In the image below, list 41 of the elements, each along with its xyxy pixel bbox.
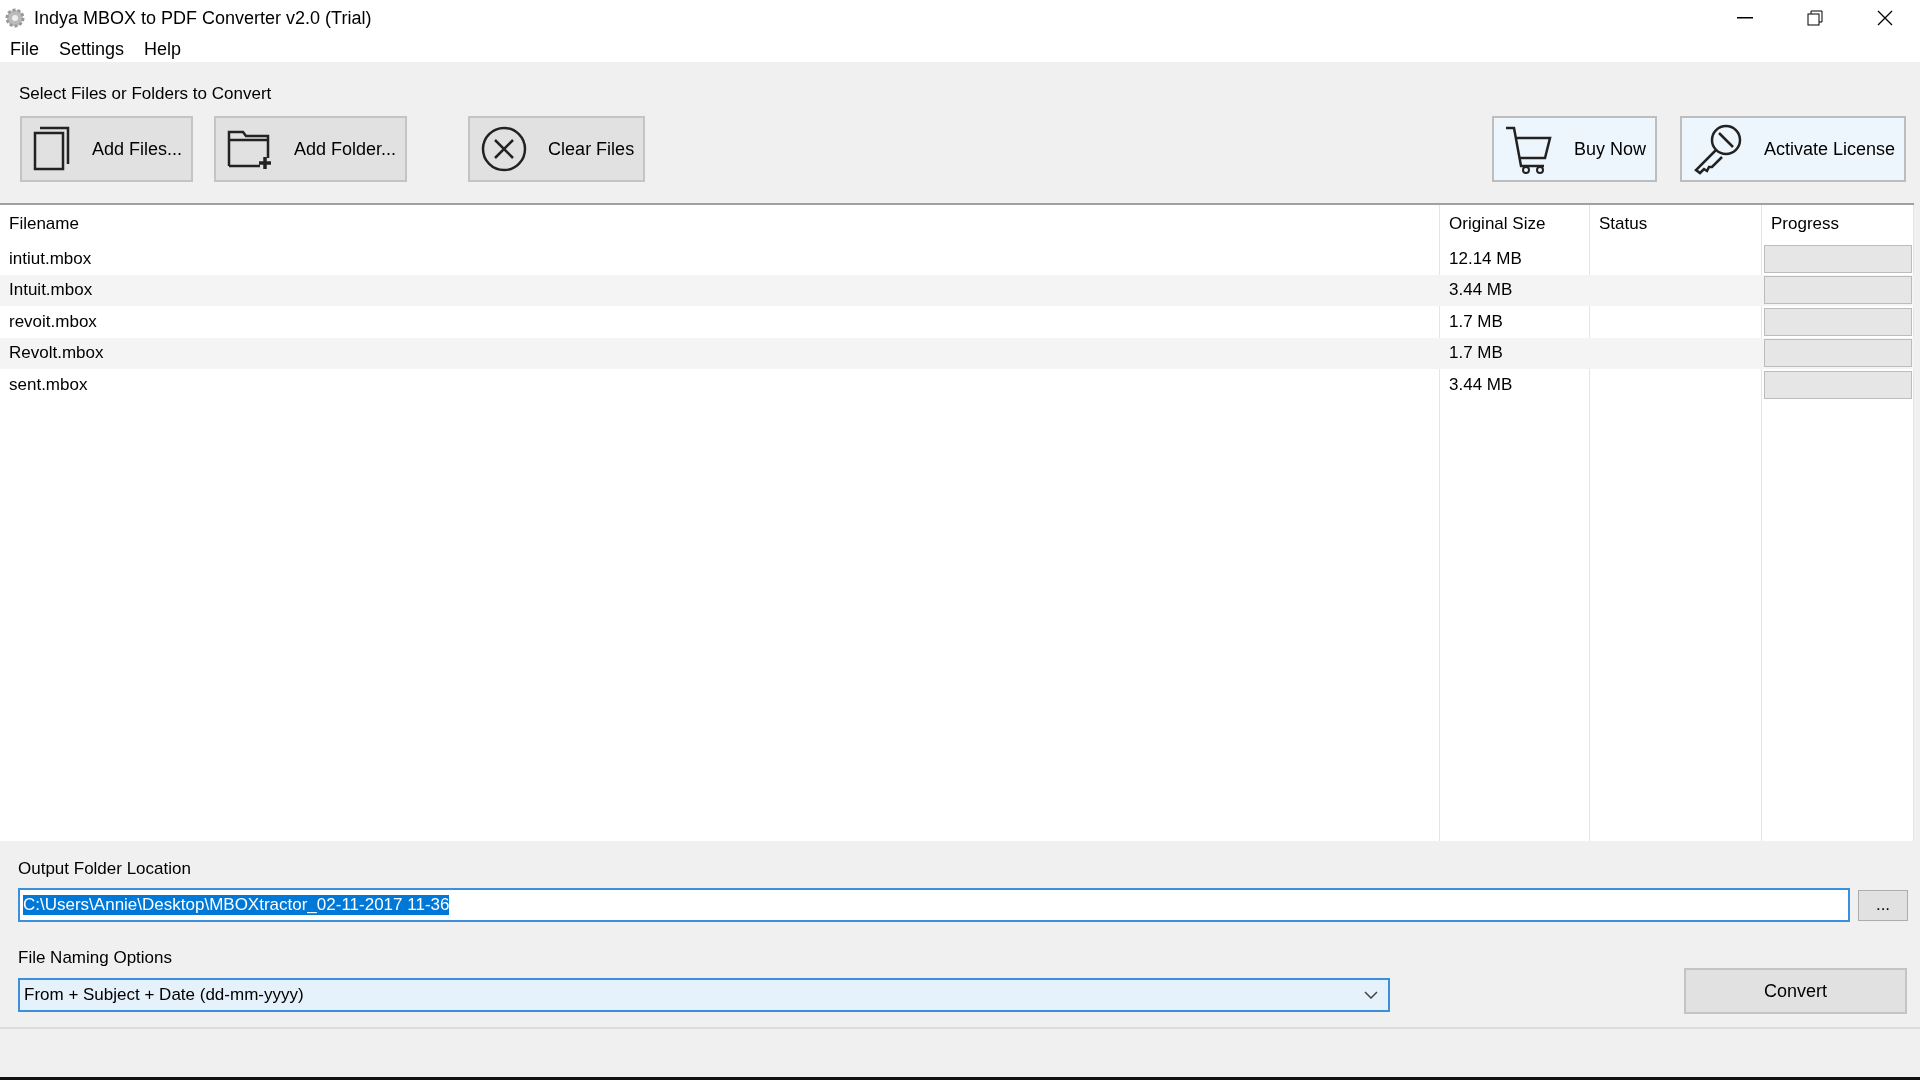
window-title: Indya MBOX to PDF Converter v2.0 (Trial)	[34, 7, 373, 29]
field-label: Output Folder Location	[18, 859, 192, 879]
toolbar-button[interactable]: Clear Files	[468, 116, 646, 182]
column-header[interactable]: Progress	[1762, 205, 1914, 243]
table-cell: revoit.mbox	[9, 311, 97, 332]
table-cell: 1.7 MB	[1449, 311, 1503, 332]
gear-icon	[4, 7, 26, 29]
convert-button[interactable]: Convert	[1684, 968, 1907, 1014]
table-row[interactable]: Revolt.mbox 1.7 MB	[0, 337, 1914, 369]
table-cell: 3.44 MB	[1449, 280, 1513, 301]
table-cell: intiut.mbox	[9, 248, 92, 269]
toolbar-button[interactable]: Buy Now	[1491, 116, 1657, 182]
table-row[interactable]: Intuit.mbox 3.44 MB	[0, 274, 1914, 306]
toolbar-button[interactable]: Add Folder...	[214, 116, 408, 182]
field-label: File Naming Options	[18, 948, 173, 968]
minimize-icon	[1737, 17, 1753, 19]
menu-item[interactable]: Settings	[59, 38, 125, 60]
table-cell: 3.44 MB	[1449, 374, 1513, 395]
table-cell: Revolt.mbox	[9, 343, 104, 364]
browse-button[interactable]: ...	[1858, 889, 1908, 921]
menu-item[interactable]: File	[10, 38, 39, 60]
field-value: C:\Users\Annie\Desktop\MBOXtractor_02-11-2017 11-36	[23, 895, 450, 915]
table-cell: 1.7 MB	[1449, 343, 1503, 364]
table-cell: sent.mbox	[9, 374, 88, 395]
toolbar-button[interactable]: Activate License	[1679, 116, 1906, 182]
naming-dropdown[interactable]: From + Subject + Date (dd-mm-yyyy)	[18, 978, 1390, 1012]
column-header[interactable]: Status	[1590, 205, 1762, 243]
close-circle-icon	[480, 125, 529, 173]
chevron-down-icon	[1364, 991, 1378, 999]
restore-icon	[1807, 10, 1823, 26]
close-icon	[1877, 10, 1893, 26]
column-header[interactable]: Original Size	[1440, 205, 1590, 243]
cart-icon	[1503, 124, 1554, 174]
output-folder-field[interactable]: C:\Users\Annie\Desktop\MBOXtractor_02-11-2017 11-36	[18, 888, 1850, 922]
menu-item[interactable]: Help	[144, 38, 182, 60]
column-header[interactable]: Filename	[0, 205, 1440, 243]
table-cell: 12.14 MB	[1449, 248, 1522, 269]
pages-icon	[32, 126, 72, 172]
section-label: Select Files or Folders to Convert	[18, 83, 273, 104]
table-cell: Intuit.mbox	[9, 280, 93, 301]
toolbar-button[interactable]: Add Files...	[20, 116, 194, 182]
